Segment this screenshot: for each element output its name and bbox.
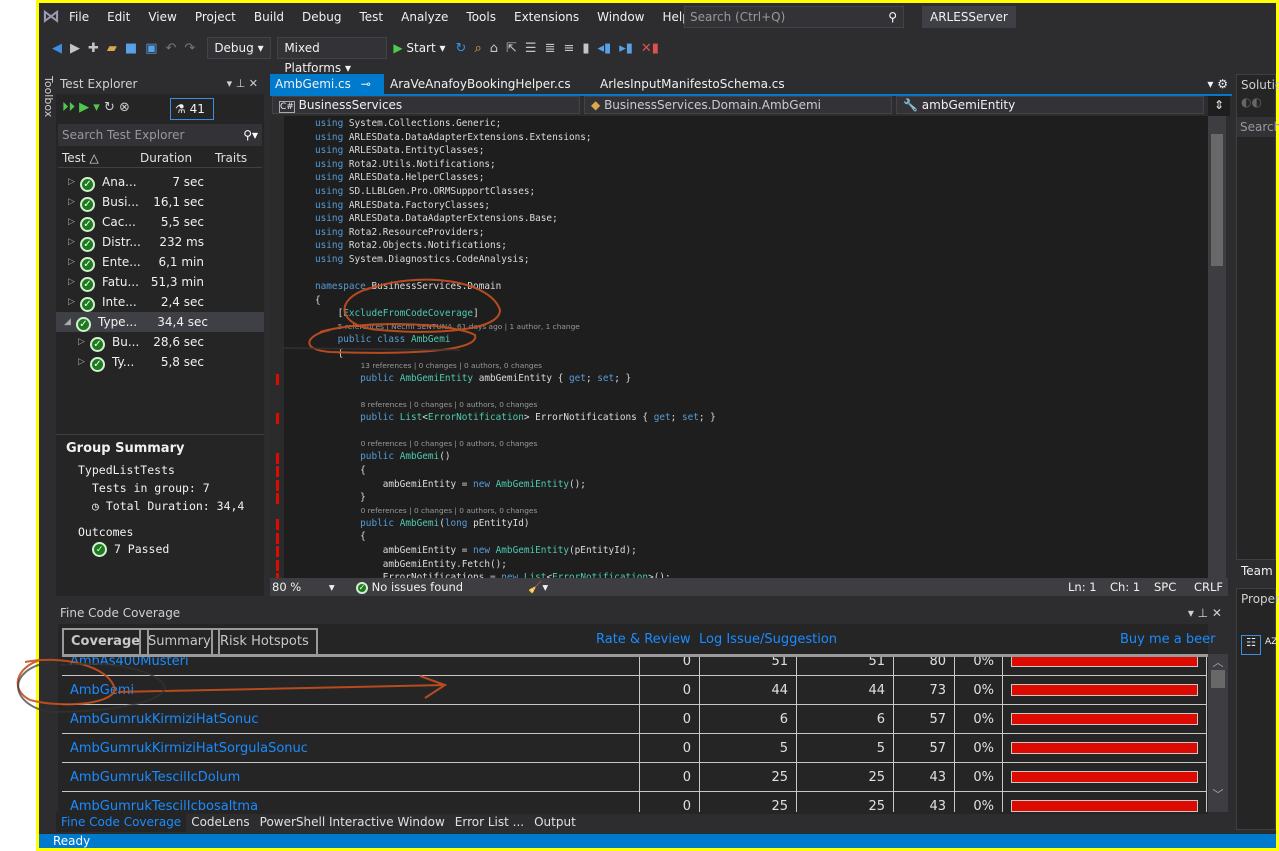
annotation-overlay xyxy=(16,278,502,714)
annotation-circle-row xyxy=(16,658,117,706)
annotation-arrow xyxy=(117,675,448,699)
annotation-black-circle xyxy=(17,661,167,714)
annotation-black-line xyxy=(281,347,461,351)
